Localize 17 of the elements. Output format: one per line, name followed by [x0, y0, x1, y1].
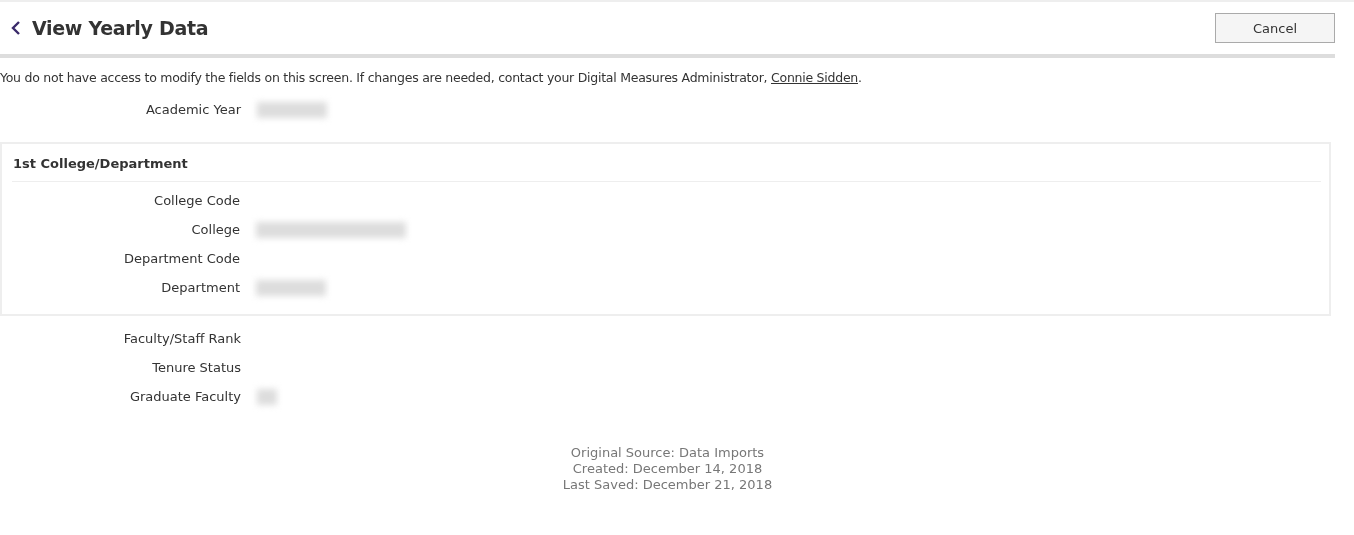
field-label: College — [190, 222, 240, 237]
record-info: Created: December 14, 2018 — [572, 461, 763, 476]
page-title: View Yearly Data — [32, 17, 209, 39]
record-info: Last Saved: December 21, 2018 — [562, 477, 773, 492]
field-label: Faculty/Staff Rank — [122, 331, 241, 346]
access-notice: You do not have access to modify the fields on this screen. If changes are needed, contact your Digital Measures Administrator, Connie Sidden. — [0, 70, 863, 85]
back-chevron-icon[interactable] — [10, 20, 22, 36]
cancel-button[interactable]: Cancel — [1215, 13, 1335, 43]
section-title: 1st College/Department — [12, 150, 1321, 182]
field-label: College Code — [153, 193, 240, 208]
field-label: Tenure Status — [151, 360, 241, 375]
record-info: Original Source: Data Imports — [570, 445, 765, 460]
administrator-link[interactable]: Connie Sidden — [771, 70, 858, 85]
field-label: Academic Year — [144, 102, 241, 117]
field-label: Graduate Faculty — [128, 389, 241, 404]
field-label: Department Code — [122, 251, 240, 266]
field-label: Department — [160, 280, 240, 295]
